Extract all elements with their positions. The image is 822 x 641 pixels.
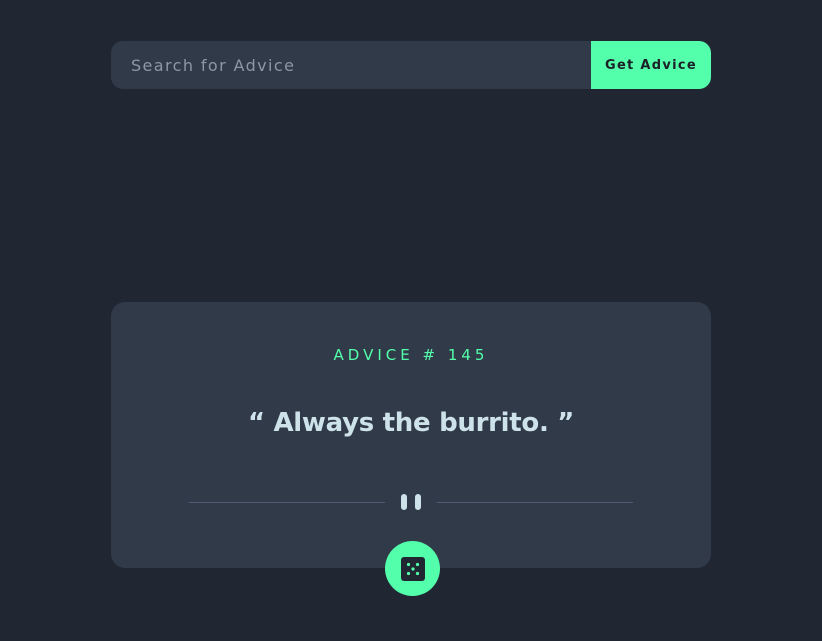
search-bar: Get Advice [111, 41, 711, 89]
pause-bar-right [415, 494, 421, 510]
divider [189, 492, 633, 512]
pause-bar-left [401, 494, 407, 510]
advice-id-label: ADVICE # 145 [333, 346, 489, 364]
get-advice-button[interactable]: Get Advice [591, 41, 711, 89]
divider-line-left [189, 502, 385, 503]
advice-card: ADVICE # 145 “ Always the burrito. ” [111, 302, 711, 568]
search-input[interactable] [111, 41, 591, 89]
advice-quote: “ Always the burrito. ” [247, 408, 575, 438]
dice-button[interactable] [385, 541, 440, 596]
dice-icon [400, 556, 425, 581]
divider-line-right [437, 502, 633, 503]
pause-icon [401, 494, 421, 510]
